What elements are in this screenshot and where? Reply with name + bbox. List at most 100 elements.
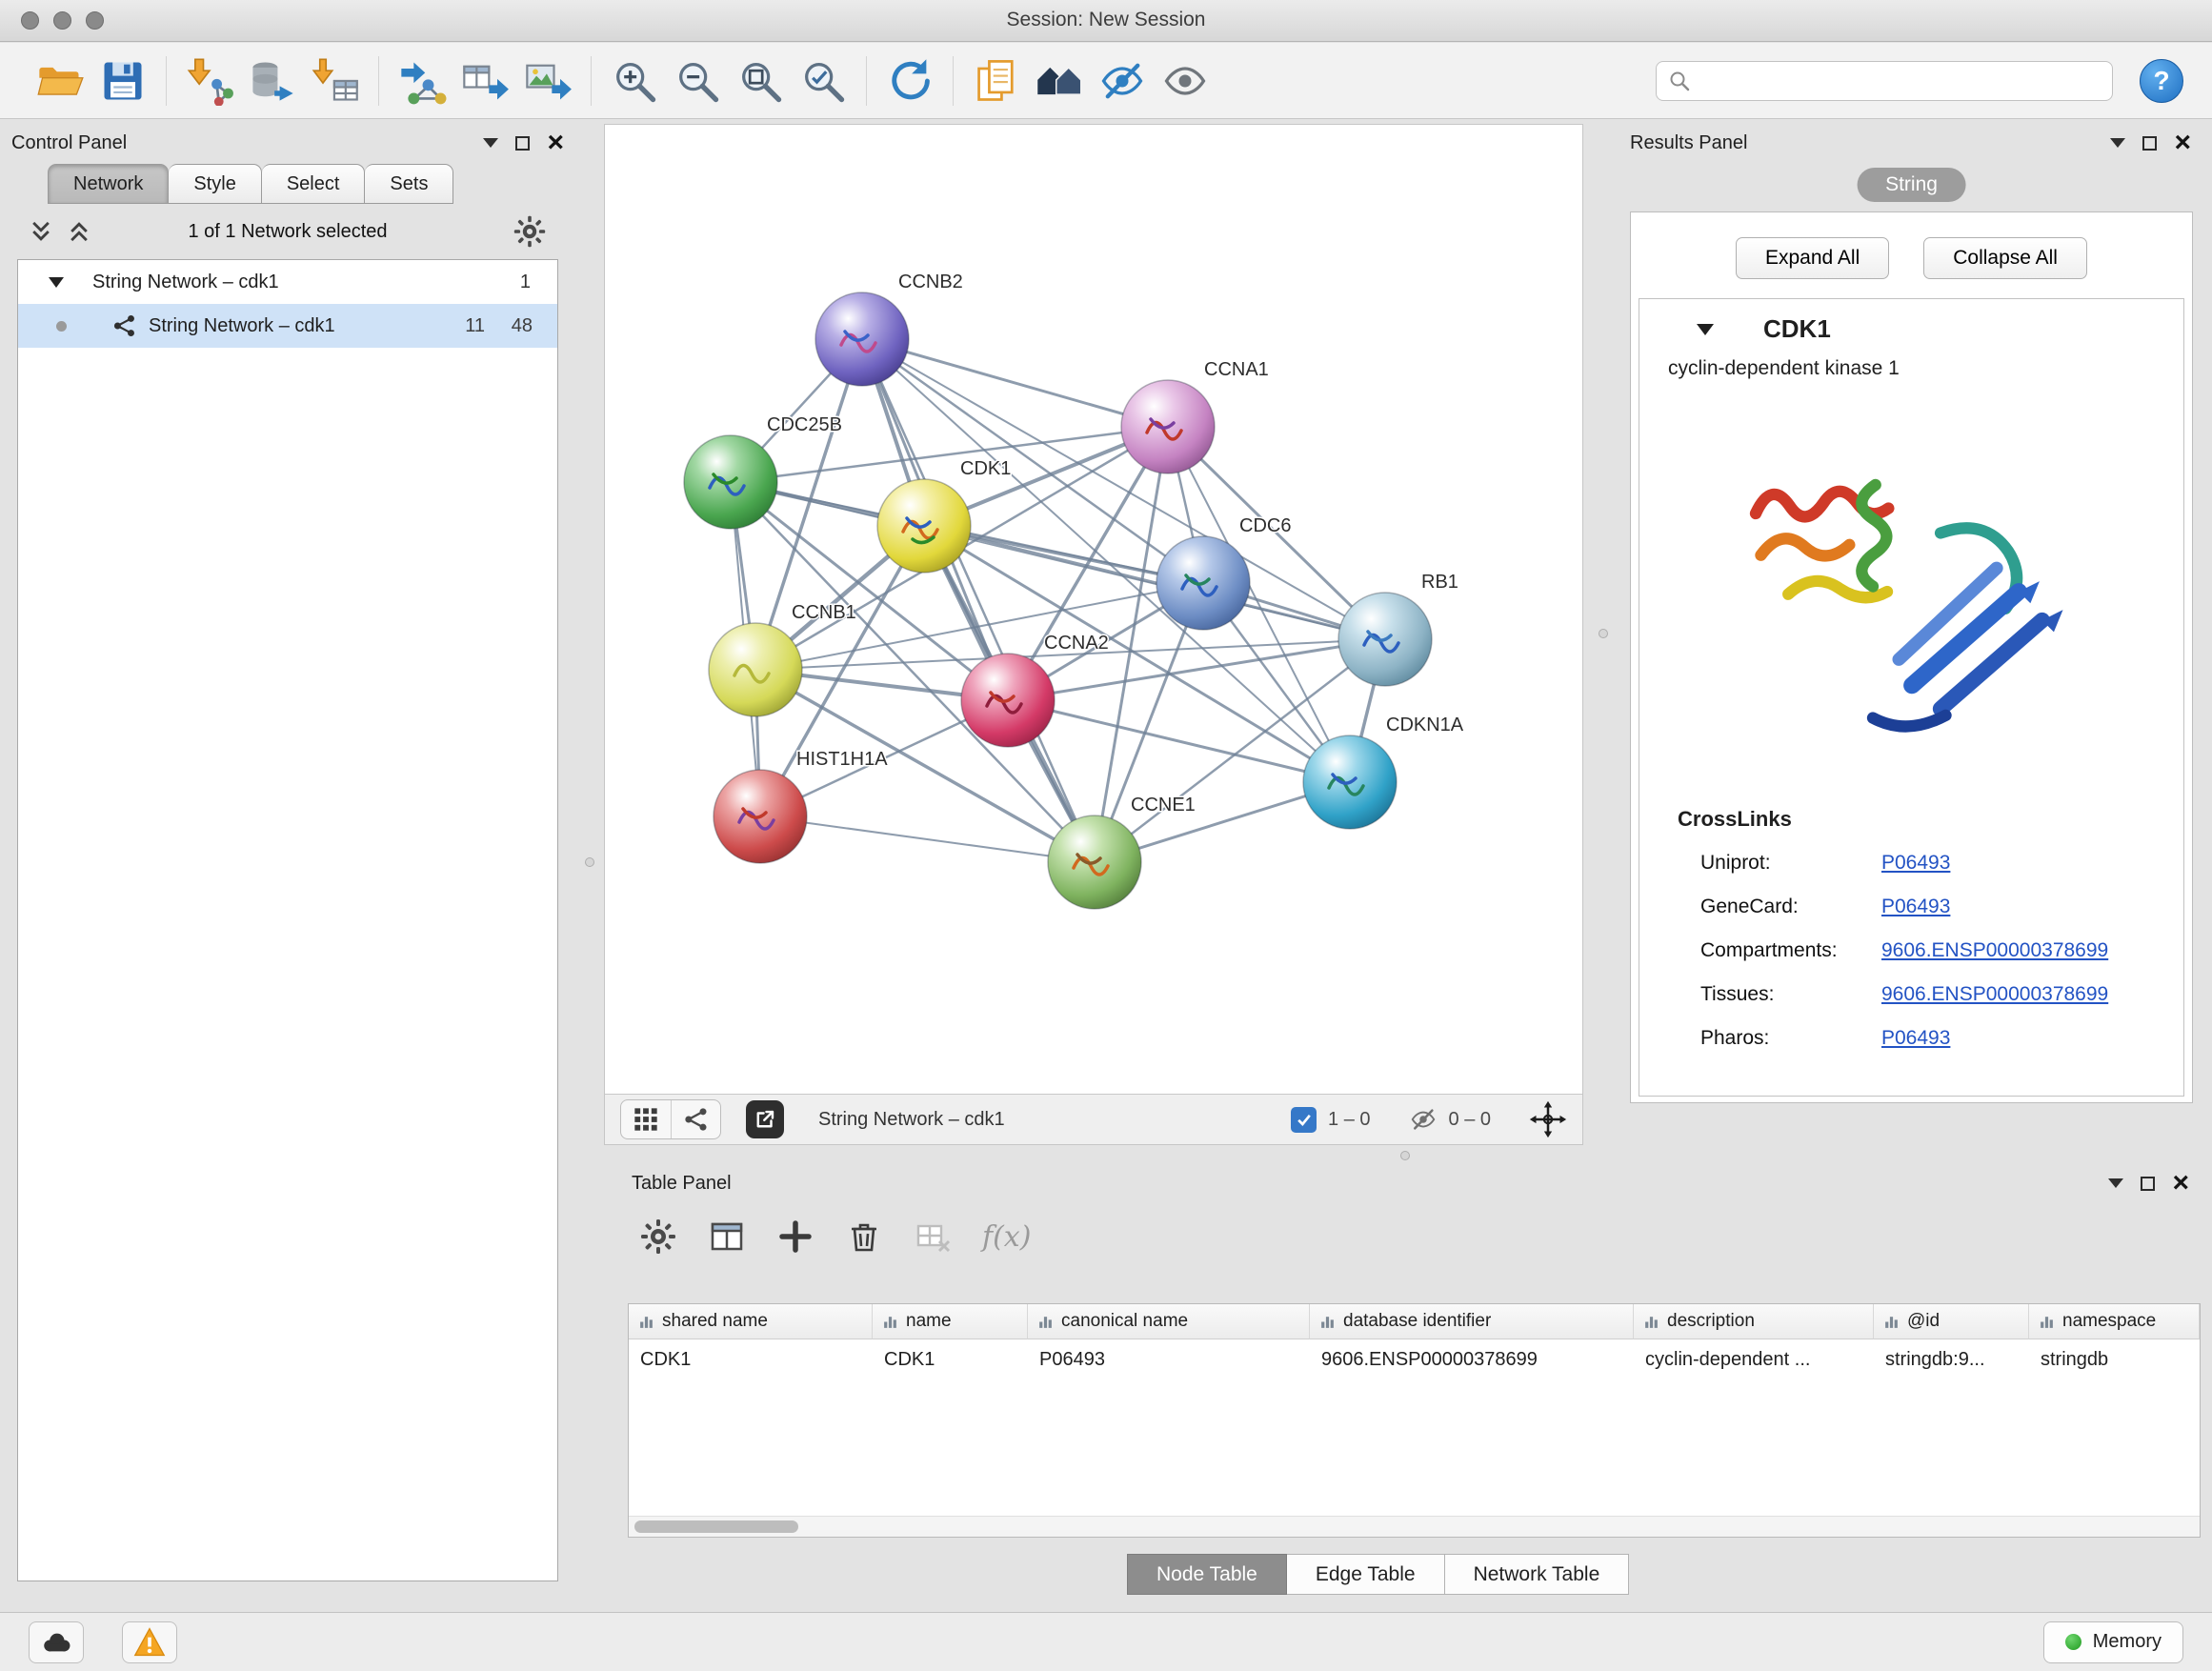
open-session-button[interactable] (29, 50, 91, 112)
splitter-handle[interactable] (1599, 629, 1608, 638)
zoom-selected-button[interactable] (792, 50, 855, 112)
section-disclosure-icon[interactable] (1697, 324, 1714, 344)
table-cell[interactable]: cyclin-dependent ... (1634, 1339, 1874, 1380)
crosslink-link[interactable]: P06493 (1881, 896, 1950, 918)
selected-checkbox-icon[interactable] (1291, 1107, 1317, 1133)
network-edge[interactable] (924, 526, 1385, 639)
tab-sets[interactable]: Sets (365, 164, 453, 204)
network-edge[interactable] (760, 816, 1095, 862)
warnings-button[interactable] (122, 1621, 177, 1663)
tab-select[interactable]: Select (262, 164, 366, 204)
network-edge[interactable] (862, 339, 1168, 427)
zoom-out-button[interactable] (666, 50, 729, 112)
copy-document-icon (972, 56, 1021, 106)
memory-button[interactable]: Memory (2043, 1621, 2183, 1663)
string-tab[interactable]: String (1857, 168, 1966, 202)
show-columns-icon[interactable] (708, 1218, 746, 1256)
network-node-CCNB1[interactable] (709, 623, 802, 716)
panel-menu-icon[interactable] (2108, 1178, 2123, 1196)
import-network-from-database-button[interactable] (241, 50, 304, 112)
column-type-icon (1319, 1314, 1336, 1330)
tab-network[interactable]: Network (48, 164, 169, 204)
column-header-name[interactable]: name (873, 1304, 1028, 1339)
disclosure-triangle-icon[interactable] (49, 277, 64, 295)
tab-edge-table[interactable]: Edge Table (1287, 1554, 1445, 1595)
edge-count: 48 (500, 315, 533, 337)
column-header-label: canonical name (1061, 1311, 1188, 1332)
column-header-label: database identifier (1343, 1311, 1491, 1332)
gear-icon[interactable] (513, 214, 547, 249)
network-canvas[interactable]: CCNB2CCNA1CDC25BCDK1CDC6RB1CCNB1CCNA2CDK… (605, 125, 1582, 1094)
expand-all-button[interactable]: Expand All (1736, 237, 1889, 279)
table-cell[interactable]: P06493 (1028, 1339, 1310, 1380)
table-cell[interactable]: stringdb:9... (1874, 1339, 2029, 1380)
table-cell[interactable]: CDK1 (873, 1339, 1028, 1380)
column-header-database-identifier[interactable]: database identifier (1310, 1304, 1634, 1339)
collapse-all-button[interactable]: Collapse All (1923, 237, 2087, 279)
network-edge[interactable] (755, 583, 1203, 670)
panel-close-icon[interactable]: × (547, 133, 564, 152)
splitter-handle[interactable] (585, 857, 594, 867)
network-view-button[interactable] (671, 1100, 720, 1138)
network-graph-svg[interactable]: CCNB2CCNA1CDC25BCDK1CDC6RB1CCNB1CCNA2CDK… (605, 125, 1582, 1094)
column-header-canonical-name[interactable]: canonical name (1028, 1304, 1310, 1339)
panel-maximize-icon[interactable] (2142, 136, 2157, 151)
import-table-from-file-button[interactable] (304, 50, 367, 112)
import-network-from-file-button[interactable] (178, 50, 241, 112)
export-table-button[interactable] (453, 50, 516, 112)
delete-column-icon[interactable] (845, 1218, 883, 1256)
cloud-services-button[interactable] (29, 1621, 84, 1663)
column-header-shared-name[interactable]: shared name (629, 1304, 873, 1339)
zoom-fit-button[interactable] (729, 50, 792, 112)
crosslink-link[interactable]: P06493 (1881, 852, 1950, 875)
panel-menu-icon[interactable] (483, 138, 498, 155)
crosslink-link[interactable]: P06493 (1881, 1027, 1950, 1050)
network-collection-row[interactable]: String Network – cdk1 1 (18, 260, 557, 304)
toolbar-separator (866, 56, 867, 106)
new-network-icon (397, 56, 447, 106)
column-header-namespace[interactable]: namespace (2029, 1304, 2200, 1339)
network-from-selection-button[interactable] (391, 50, 453, 112)
panel-maximize-icon[interactable] (515, 136, 530, 151)
network-edge[interactable] (862, 339, 1095, 862)
save-session-button[interactable] (91, 50, 154, 112)
grid-view-button[interactable] (621, 1100, 671, 1138)
tab-style[interactable]: Style (169, 164, 261, 204)
search-input[interactable] (1699, 69, 2101, 92)
string-results-box: Expand All Collapse All CDK1 cyclin-depe… (1630, 211, 2193, 1103)
hide-selected-button[interactable] (1091, 50, 1154, 112)
search-box[interactable] (1656, 61, 2113, 101)
table-settings-gear-icon[interactable] (639, 1218, 677, 1256)
panel-maximize-icon[interactable] (2141, 1177, 2155, 1191)
column-header-description[interactable]: description (1634, 1304, 1874, 1339)
tab-network-table[interactable]: Network Table (1445, 1554, 1630, 1595)
table-cell[interactable]: stringdb (2029, 1339, 2200, 1380)
network-node-label: CCNB1 (792, 602, 856, 623)
show-all-button[interactable] (1154, 50, 1217, 112)
tab-node-table[interactable]: Node Table (1127, 1554, 1287, 1595)
crosslink-link[interactable]: 9606.ENSP00000378699 (1881, 939, 2108, 962)
detach-view-button[interactable] (746, 1100, 784, 1138)
toolbar-separator (166, 56, 167, 106)
hidden-eye-slash-icon[interactable] (1409, 1105, 1438, 1134)
table-cell[interactable]: 9606.ENSP00000378699 (1310, 1339, 1634, 1380)
network-row-selected[interactable]: String Network – cdk1 11 48 (18, 304, 557, 348)
panel-close-icon[interactable]: × (2174, 133, 2191, 152)
home-button[interactable] (1028, 50, 1091, 112)
birds-eye-crosshair-icon[interactable] (1529, 1100, 1567, 1138)
panel-menu-icon[interactable] (2110, 138, 2125, 155)
scrollbar-thumb[interactable] (634, 1520, 798, 1533)
table-row[interactable]: CDK1 CDK1 P06493 9606.ENSP00000378699 cy… (629, 1339, 2200, 1380)
crosslink-row: Compartments: 9606.ENSP00000378699 (1639, 929, 2183, 973)
add-column-icon[interactable] (776, 1218, 814, 1256)
refresh-button[interactable] (878, 50, 941, 112)
crosslink-link[interactable]: 9606.ENSP00000378699 (1881, 983, 2108, 1006)
export-image-button[interactable] (516, 50, 579, 112)
zoom-in-button[interactable] (603, 50, 666, 112)
splitter-handle[interactable] (1400, 1151, 1410, 1160)
column-header-id[interactable]: @id (1874, 1304, 2029, 1339)
table-cell[interactable]: CDK1 (629, 1339, 873, 1380)
copy-button[interactable] (965, 50, 1028, 112)
help-button[interactable]: ? (2140, 59, 2183, 103)
panel-close-icon[interactable]: × (2172, 1174, 2189, 1193)
